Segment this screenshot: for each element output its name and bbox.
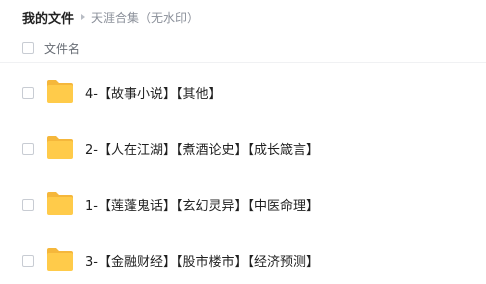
select-all-checkbox[interactable] <box>22 42 34 54</box>
file-row[interactable]: 2-【人在江湖】【煮酒论史】【成长箴言】 <box>0 130 486 166</box>
folder-icon <box>46 189 74 217</box>
folder-icon <box>46 77 74 105</box>
file-name[interactable]: 2-【人在江湖】【煮酒论史】【成长箴言】 <box>85 139 319 158</box>
file-name[interactable]: 1-【莲蓬鬼话】【玄幻灵异】【中医命理】 <box>85 195 319 214</box>
column-header-filename[interactable]: 文件名 <box>44 40 80 57</box>
file-row[interactable]: 4-【故事小说】【其他】 <box>0 74 486 110</box>
breadcrumb-current: 天涯合集（无水印） <box>91 10 200 25</box>
breadcrumb: 我的文件 天涯合集（无水印） <box>22 7 199 27</box>
folder-icon <box>46 245 74 273</box>
file-name[interactable]: 3-【金融财经】【股市楼市】【经济预测】 <box>85 251 319 270</box>
file-browser-page: 我的文件 天涯合集（无水印） 文件名 4-【故事小说】【其他】 2-【人在江湖】… <box>0 0 486 284</box>
caret-right-icon <box>81 14 86 20</box>
row-checkbox[interactable] <box>22 199 34 211</box>
row-checkbox[interactable] <box>22 143 34 155</box>
row-checkbox[interactable] <box>22 87 34 99</box>
row-checkbox[interactable] <box>22 255 34 267</box>
breadcrumb-root-link[interactable]: 我的文件 <box>22 8 74 27</box>
file-row[interactable]: 1-【莲蓬鬼话】【玄幻灵异】【中医命理】 <box>0 186 486 222</box>
folder-icon <box>46 133 74 161</box>
file-name[interactable]: 4-【故事小说】【其他】 <box>85 83 221 102</box>
file-row[interactable]: 3-【金融财经】【股市楼市】【经济预测】 <box>0 242 486 278</box>
file-list-header: 文件名 <box>0 34 486 63</box>
